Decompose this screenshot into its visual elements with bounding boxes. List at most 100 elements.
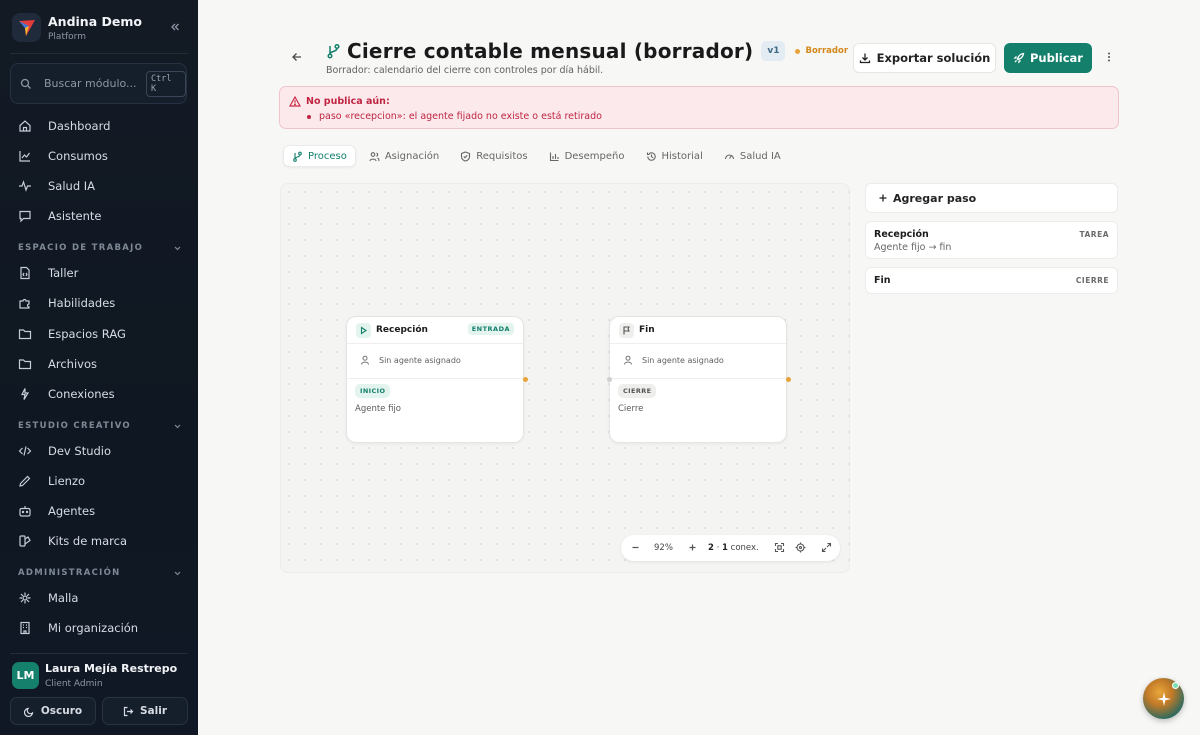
sidebar-item-consumos[interactable]: Consumos [10, 142, 188, 170]
brand[interactable]: Andina Demo Platform [12, 13, 142, 42]
sidebar-item-malla[interactable]: Malla [10, 584, 188, 612]
node-recepcion[interactable]: Recepción ENTRADA Sin agente asignado IN… [346, 316, 528, 443]
rocket-icon [1013, 52, 1025, 64]
publish-button[interactable]: Publicar [1004, 43, 1092, 73]
user-icon [361, 355, 369, 365]
plus-icon [879, 194, 887, 202]
step-name: Fin [874, 275, 891, 286]
theme-toggle-label: Oscuro [40, 705, 83, 717]
node-agent-label: Sin agente asignado [379, 355, 461, 365]
section-studio[interactable]: ESTUDIO CREATIVO [18, 421, 182, 431]
sidebar-item-habilidades[interactable]: Habilidades [10, 289, 188, 317]
more-options-icon[interactable] [1102, 50, 1116, 64]
moon-icon [23, 707, 34, 717]
section-label: ESPACIO DE TRABAJO [18, 243, 144, 253]
process-canvas[interactable]: Recepción ENTRADA Sin agente asignado IN… [280, 183, 850, 573]
chat-icon [18, 209, 36, 223]
back-arrow-icon[interactable] [290, 50, 304, 64]
branch-icon [293, 151, 302, 162]
sidebar-item-dev-studio[interactable]: Dev Studio [10, 437, 188, 465]
sidebar-item-conexiones[interactable]: Conexiones [10, 380, 188, 408]
chart-line-icon [18, 149, 36, 163]
logout-label: Salir [139, 705, 168, 717]
connections-count: 1 [722, 543, 728, 553]
sidebar-item-label: Asistente [48, 209, 102, 223]
status-dot [795, 48, 801, 54]
fit-view-icon[interactable] [774, 542, 785, 553]
collapse-sidebar-icon[interactable] [169, 21, 181, 33]
sidebar-item-dashboard[interactable]: Dashboard [10, 112, 188, 140]
sidebar-item-archivos[interactable]: Archivos [10, 350, 188, 378]
sidebar-item-lienzo[interactable]: Lienzo [10, 467, 188, 495]
history-icon [646, 151, 656, 161]
title-row: Cierre contable mensual (borrador) v1 Bo… [326, 39, 848, 63]
step-card-recepcion[interactable]: Recepción TAREA Agente fijo → fin [865, 221, 1118, 259]
step-card-fin[interactable]: Fin CIERRE [865, 267, 1118, 294]
sidebar-item-mi-organizacion[interactable]: Mi organización [10, 614, 188, 642]
step-description: Agente fijo → fin [874, 242, 952, 253]
tab-desempeno[interactable]: Desempeño [541, 145, 633, 167]
alert-item: paso «recepcion»: el agente fijado no ex… [307, 111, 602, 122]
center-view-icon[interactable] [795, 542, 806, 553]
step-name: Recepción [874, 229, 929, 240]
palette-icon [18, 534, 36, 548]
alert-item-text: paso «recepcion»: el agente fijado no ex… [319, 111, 602, 122]
online-indicator [1172, 682, 1179, 689]
tab-label: Desempeño [564, 150, 625, 162]
module-search[interactable]: Ctrl K [10, 63, 187, 104]
page-title: Cierre contable mensual (borrador) [347, 39, 754, 63]
tab-requisitos[interactable]: Requisitos [452, 145, 535, 167]
node-title: Recepción [376, 325, 428, 335]
tab-asignacion[interactable]: Asignación [361, 145, 447, 167]
step-kind: CIERRE [1075, 276, 1109, 285]
tab-proceso[interactable]: Proceso [283, 145, 356, 167]
input-port[interactable] [607, 377, 612, 382]
add-step-button[interactable]: Agregar paso [865, 183, 1118, 213]
search-input[interactable] [44, 77, 140, 90]
sidebar-item-asistente[interactable]: Asistente [10, 202, 188, 230]
tab-salud-ia[interactable]: Salud IA [716, 145, 789, 167]
tab-label: Historial [661, 150, 703, 162]
zoom-out-icon[interactable] [630, 542, 641, 553]
sidebar-item-label: Archivos [48, 357, 97, 371]
export-label: Exportar solución [876, 51, 991, 65]
zoom-in-icon[interactable] [687, 542, 698, 553]
output-port[interactable] [523, 377, 528, 382]
sidebar-item-label: Dashboard [48, 119, 111, 133]
tab-label: Salud IA [739, 150, 781, 162]
node-agent[interactable]: Sin agente asignado [623, 355, 724, 365]
assistant-fab[interactable] [1143, 678, 1184, 719]
sidebar-item-agentes[interactable]: Agentes [10, 497, 188, 525]
node-title: Fin [639, 325, 655, 335]
node-header: Recepción ENTRADA [347, 317, 523, 344]
divider [10, 53, 188, 54]
git-branch-icon [326, 43, 341, 59]
output-port[interactable] [786, 377, 791, 382]
export-button[interactable]: Exportar solución [853, 43, 996, 73]
sidebar-item-taller[interactable]: Taller [10, 259, 188, 287]
divider [610, 378, 786, 379]
code-icon [18, 444, 36, 458]
logout-button[interactable]: Salir [102, 697, 188, 725]
node-agent[interactable]: Sin agente asignado [360, 355, 461, 365]
sidebar-item-kits-de-marca[interactable]: Kits de marca [10, 527, 188, 555]
sidebar-item-salud-ia[interactable]: Salud IA [10, 172, 188, 200]
fullscreen-icon[interactable] [821, 542, 832, 553]
chevron-down-icon [174, 424, 181, 428]
user-profile[interactable]: LM Laura Mejía Restrepo Client Admin [12, 662, 177, 689]
section-admin[interactable]: ADMINISTRACIÓN [18, 568, 182, 578]
brand-logo [12, 13, 41, 42]
sidebar-item-espacios-rag[interactable]: Espacios RAG [10, 320, 188, 348]
tab-historial[interactable]: Historial [638, 145, 711, 167]
section-workspace[interactable]: ESPACIO DE TRABAJO [18, 243, 182, 253]
puzzle-icon [18, 296, 36, 310]
node-header: Fin [610, 317, 786, 344]
canvas-toolbar: 92% 2 · 1 conex. [621, 535, 840, 561]
publish-label: Publicar [1030, 51, 1083, 65]
building-icon [18, 621, 36, 635]
bot-icon [18, 504, 36, 518]
node-fin[interactable]: Fin Sin agente asignado CIERRE Cierre [607, 316, 791, 443]
version-badge: v1 [761, 41, 786, 61]
alert-title: No publica aún: [306, 96, 390, 107]
theme-toggle-button[interactable]: Oscuro [10, 697, 96, 725]
